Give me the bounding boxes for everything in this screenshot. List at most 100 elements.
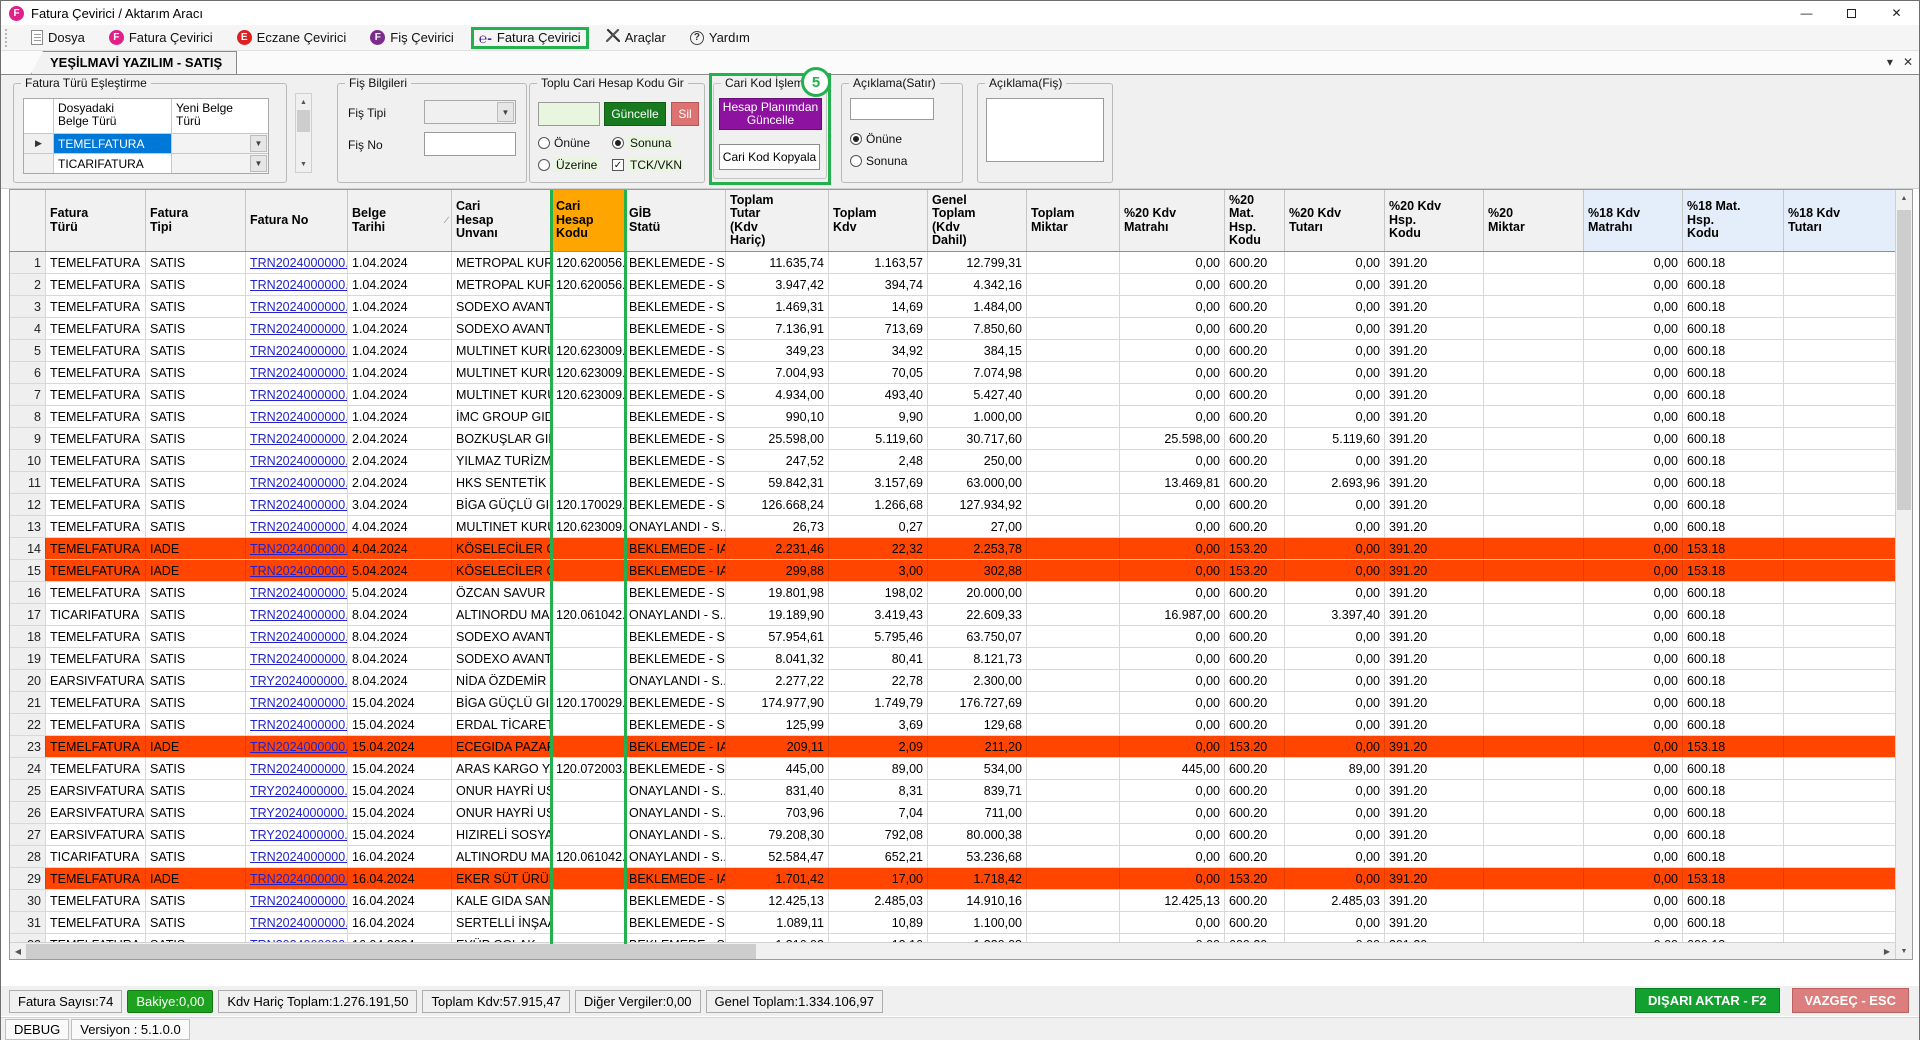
cell-mhk18[interactable]: 600.18	[1683, 912, 1784, 933]
cell-unvan[interactable]: SODEXO AVANT...	[452, 318, 552, 339]
cell-miktar[interactable]	[1027, 758, 1120, 779]
fis-no-input[interactable]	[424, 132, 516, 156]
cell-no[interactable]: TRN2024000000...	[246, 318, 348, 339]
cell-kdv[interactable]: 198,02	[829, 582, 928, 603]
cell-mik20[interactable]	[1484, 516, 1584, 537]
cell-t18[interactable]	[1784, 604, 1895, 625]
cell-m20[interactable]: 0,00	[1120, 670, 1225, 691]
cell-tipi[interactable]: SATIS	[146, 406, 246, 427]
cell-mhk18[interactable]: 600.18	[1683, 362, 1784, 383]
cell-mik20[interactable]	[1484, 340, 1584, 361]
cell-m18[interactable]: 0,00	[1584, 516, 1683, 537]
menu-eczane-cevirici[interactable]: E Eczane Çevirici	[230, 28, 354, 47]
cell-gib[interactable]: ONAYLANDI - S...	[625, 670, 726, 691]
cell-kdv[interactable]: 3.419,43	[829, 604, 928, 625]
cell-miktar[interactable]	[1027, 252, 1120, 273]
cell-tipi[interactable]: SATIS	[146, 384, 246, 405]
radio-icon[interactable]	[538, 159, 550, 171]
cell-t20[interactable]: 0,00	[1285, 802, 1385, 823]
cell-kdv[interactable]: 652,21	[829, 846, 928, 867]
tab-yesilmavi-yazilim-satis[interactable]: YEŞİLMAVİ YAZILIM - SATIŞ	[31, 51, 237, 74]
cell-t20[interactable]: 0,00	[1285, 846, 1385, 867]
cell-gib[interactable]: BEKLEMEDE - SA...	[625, 494, 726, 515]
cell-turu[interactable]: TEMELFATURA	[46, 692, 146, 713]
scrollbar-thumb[interactable]	[1897, 210, 1911, 510]
cell-tipi[interactable]: SATIS	[146, 670, 246, 691]
cell-m20[interactable]: 0,00	[1120, 538, 1225, 559]
cell-mik20[interactable]	[1484, 252, 1584, 273]
aciklama-satir-input[interactable]	[850, 98, 934, 120]
cell-kod[interactable]	[552, 450, 625, 471]
cell-khk20[interactable]: 391.20	[1385, 450, 1484, 471]
cell-tarih[interactable]: 1.04.2024	[348, 362, 452, 383]
cell-turu[interactable]: TEMELFATURA	[46, 318, 146, 339]
cell-genel[interactable]: 129,68	[928, 714, 1027, 735]
cell-kdv[interactable]: 5.119,60	[829, 428, 928, 449]
cell-mhk18[interactable]: 600.18	[1683, 648, 1784, 669]
cell-khk20[interactable]: 391.20	[1385, 626, 1484, 647]
cell-mhk20[interactable]: 153.20	[1225, 868, 1285, 889]
cell-kod[interactable]: 120.620056...	[552, 274, 625, 295]
fatura-no-link[interactable]: TRN2024000000...	[250, 542, 348, 556]
cell-turu[interactable]: TEMELFATURA	[46, 252, 146, 273]
cell-tipi[interactable]: SATIS	[146, 296, 246, 317]
cell-tipi[interactable]: SATIS	[146, 582, 246, 603]
cell-tipi[interactable]: SATIS	[146, 802, 246, 823]
cell-genel[interactable]: 14.910,16	[928, 890, 1027, 911]
cell-m18[interactable]: 0,00	[1584, 714, 1683, 735]
cari-kod-kopyala-button[interactable]: Cari Kod Kopyala	[719, 144, 820, 170]
cell-no[interactable]: TRN2024000000...	[246, 274, 348, 295]
maximize-button[interactable]	[1829, 1, 1874, 25]
fatura-no-link[interactable]: TRY2024000000...	[250, 828, 348, 842]
cell-tipi[interactable]: SATIS	[146, 604, 246, 625]
cell-tipi[interactable]: SATIS	[146, 846, 246, 867]
cell-kdv[interactable]: 34,92	[829, 340, 928, 361]
cell-kod[interactable]: 120.072003...	[552, 758, 625, 779]
cell-gib[interactable]: ONAYLANDI - S...	[625, 780, 726, 801]
cell-m18[interactable]: 0,00	[1584, 780, 1683, 801]
vazgec-button[interactable]: VAZGEÇ - ESC	[1792, 988, 1910, 1013]
cell-tarih[interactable]: 15.04.2024	[348, 802, 452, 823]
cell-no[interactable]: TRN2024000000...	[246, 494, 348, 515]
scroll-left-icon[interactable]: ◀	[10, 943, 26, 960]
cell-kod[interactable]	[552, 868, 625, 889]
cell-no[interactable]: TRN2024000000...	[246, 890, 348, 911]
cell-gib[interactable]: BEKLEMEDE - SA...	[625, 648, 726, 669]
cell-t20[interactable]: 0,00	[1285, 912, 1385, 933]
cell-kdv[interactable]: 713,69	[829, 318, 928, 339]
cell-khk20[interactable]: 391.20	[1385, 340, 1484, 361]
cell-genel[interactable]: 7.074,98	[928, 362, 1027, 383]
cell-tutar[interactable]: 8.041,32	[726, 648, 829, 669]
cell-genel[interactable]: 1.484,00	[928, 296, 1027, 317]
cell-tarih[interactable]: 5.04.2024	[348, 582, 452, 603]
cell-miktar[interactable]	[1027, 384, 1120, 405]
cell-gib[interactable]: BEKLEMEDE - SA...	[625, 626, 726, 647]
cell-tarih[interactable]: 15.04.2024	[348, 692, 452, 713]
cell-m18[interactable]: 0,00	[1584, 670, 1683, 691]
cell-mhk20[interactable]: 600.20	[1225, 472, 1285, 493]
table-row[interactable]: 22TEMELFATURASATISTRN2024000000...15.04.…	[10, 714, 1895, 736]
column-header-kod[interactable]: Cari Hesap Kodu	[552, 190, 625, 251]
cell-t18[interactable]	[1784, 670, 1895, 691]
cell-gib[interactable]: ONAYLANDI - S...	[625, 824, 726, 845]
cell-mhk20[interactable]: 600.20	[1225, 318, 1285, 339]
cell-gib[interactable]: BEKLEMEDE - SA...	[625, 252, 726, 273]
cell-t20[interactable]: 2.693,96	[1285, 472, 1385, 493]
cell-t18[interactable]	[1784, 582, 1895, 603]
cell-miktar[interactable]	[1027, 406, 1120, 427]
cell-m18[interactable]: 0,00	[1584, 362, 1683, 383]
cell-t18[interactable]	[1784, 274, 1895, 295]
cell-mhk20[interactable]: 600.20	[1225, 252, 1285, 273]
cell-t18[interactable]	[1784, 846, 1895, 867]
cell-mhk20[interactable]: 600.20	[1225, 714, 1285, 735]
cell-miktar[interactable]	[1027, 428, 1120, 449]
cell-m20[interactable]: 0,00	[1120, 582, 1225, 603]
menu-efatura-cevirici[interactable]: ℮- Fatura Çevirici	[471, 27, 589, 49]
cell-unvan[interactable]: METROPAL KUR...	[452, 252, 552, 273]
cell-m20[interactable]: 0,00	[1120, 560, 1225, 581]
cell-kod[interactable]	[552, 406, 625, 427]
menu-fatura-cevirici[interactable]: F Fatura Çevirici	[102, 28, 220, 47]
cell-kdv[interactable]: 2,48	[829, 450, 928, 471]
cell-m18[interactable]: 0,00	[1584, 538, 1683, 559]
table-row[interactable]: 20EARSIVFATURASATISTRY2024000000...8.04.…	[10, 670, 1895, 692]
